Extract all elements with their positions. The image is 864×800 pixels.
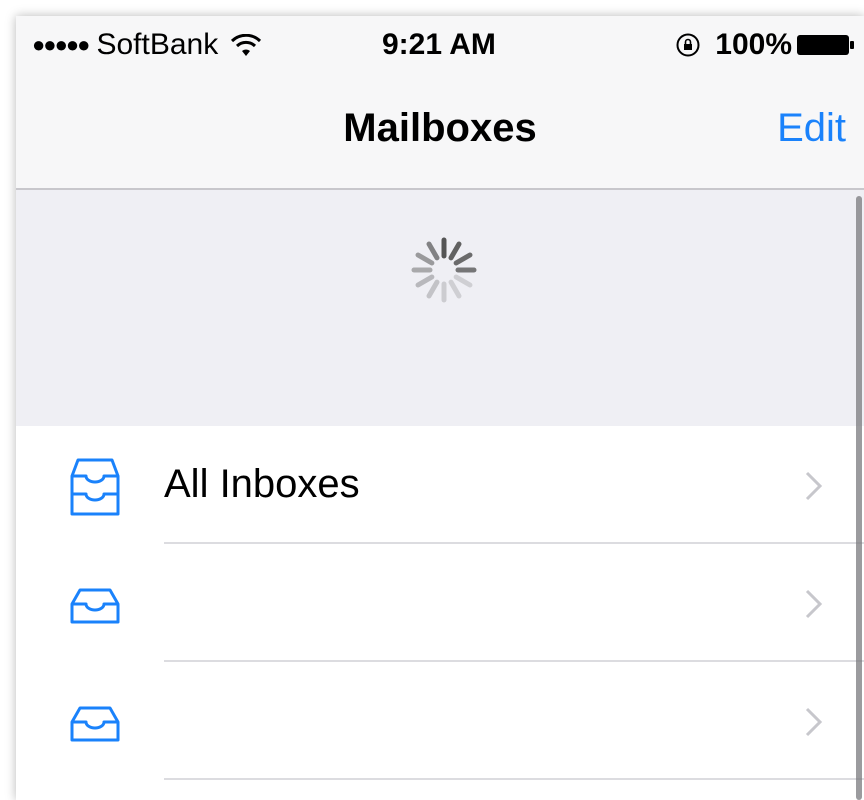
- all-inboxes-tray-icon: [70, 458, 120, 516]
- signal-strength-dots: ●●●●●: [32, 32, 90, 57]
- row-separator: [164, 778, 864, 780]
- rotation-lock-icon: [676, 33, 700, 57]
- chevron-right-icon: [805, 707, 823, 737]
- chevron-right-icon: [805, 471, 823, 501]
- inbox-tray-icon: [70, 588, 120, 624]
- navigation-bar: ●●●●● SoftBank 9:21 AM 100% Mailboxes Ed…: [16, 16, 864, 190]
- phone-screen: ●●●●● SoftBank 9:21 AM 100% Mailboxes Ed…: [16, 16, 864, 800]
- battery-full-icon: [797, 35, 854, 55]
- mailbox-row-all-inboxes[interactable]: All Inboxes: [16, 426, 864, 544]
- status-left: ●●●●● SoftBank: [32, 28, 262, 62]
- chevron-right-icon: [805, 589, 823, 619]
- pull-to-refresh-area: [16, 190, 864, 427]
- battery-percent: 100%: [715, 28, 792, 61]
- edit-button[interactable]: Edit: [777, 106, 846, 151]
- mailbox-label: All Inboxes: [164, 462, 360, 506]
- mailbox-row-account-2[interactable]: [16, 662, 864, 780]
- vertical-scrollbar[interactable]: [856, 196, 862, 800]
- status-right: 100%: [675, 28, 856, 62]
- mailbox-list: All Inboxes: [16, 426, 864, 780]
- status-bar: ●●●●● SoftBank 9:21 AM 100%: [16, 16, 864, 74]
- status-time: 9:21 AM: [382, 28, 496, 61]
- wifi-icon: [231, 34, 262, 56]
- activity-spinner-icon: [411, 237, 477, 303]
- inbox-tray-icon: [70, 706, 120, 742]
- mailbox-row-account-1[interactable]: [16, 544, 864, 662]
- carrier-name: SoftBank: [96, 28, 219, 61]
- page-title: Mailboxes: [343, 106, 537, 150]
